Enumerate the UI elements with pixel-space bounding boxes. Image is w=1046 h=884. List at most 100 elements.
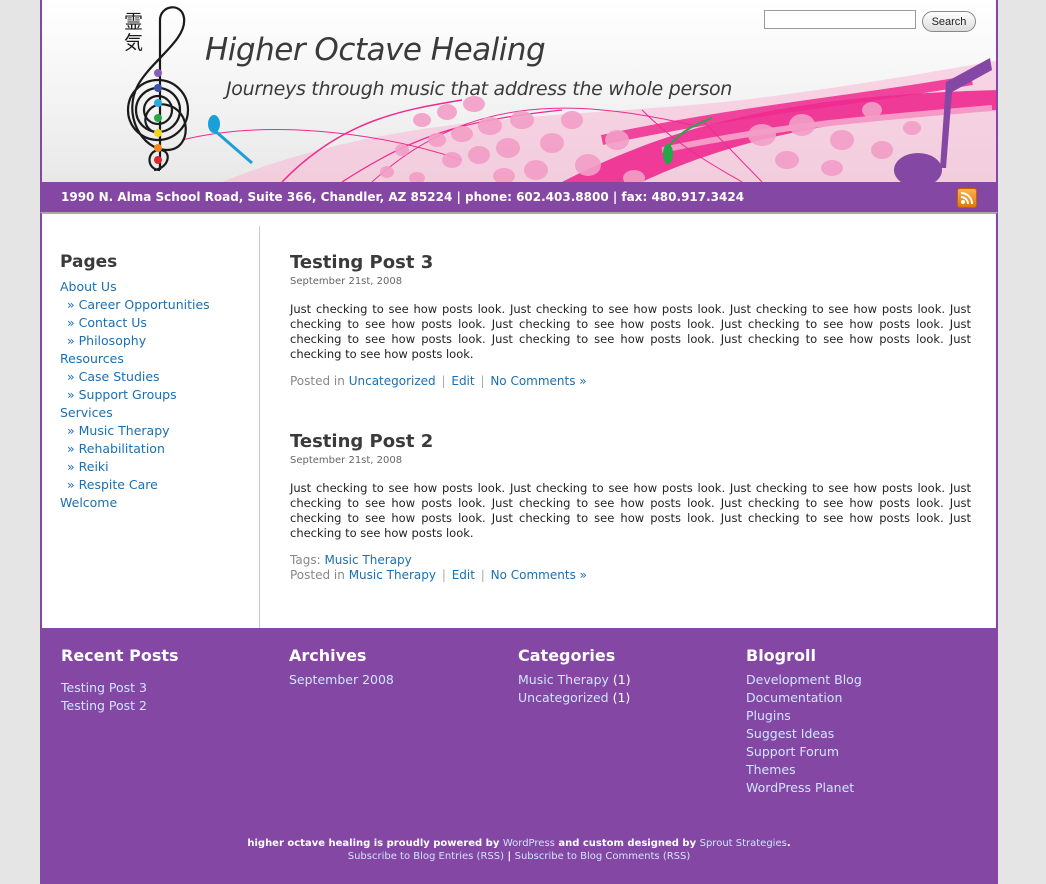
logo-kanji: 霊気 [124,11,144,54]
list-item: Uncategorized (1) [518,689,631,707]
footer-credits: higher octave healing is proudly powered… [40,837,998,863]
recent-posts-heading: Recent Posts [61,646,179,665]
edit-link[interactable]: Edit [451,374,474,388]
page-link[interactable]: Services [60,405,113,420]
list-item: Testing Post 2 [61,697,179,715]
wordpress-link[interactable]: WordPress [503,838,555,849]
blogroll-link[interactable]: Documentation [746,690,842,705]
rss-entries-link[interactable]: Subscribe to Blog Entries (RSS) [348,851,504,862]
site-tagline: Journeys through music that address the … [226,78,733,100]
blogroll-link[interactable]: Plugins [746,708,791,723]
post-date: September 21st, 2008 [290,276,403,287]
post-body: Just checking to see how posts look. Jus… [290,302,971,361]
footer-archives: Archives September 2008 [289,646,394,689]
categories-heading: Categories [518,646,616,665]
list-item: Testing Post 3 [61,679,179,697]
page-link[interactable]: Resources [60,351,124,366]
comments-link[interactable]: No Comments » [490,374,586,388]
tag-link[interactable]: Music Therapy [324,553,411,567]
archive-link[interactable]: September 2008 [289,672,394,687]
list-item: Suggest Ideas [746,725,862,743]
sidebar-subpage-item: » Music Therapy [60,422,210,440]
page-link[interactable]: Respite Care [79,477,158,492]
sidebar-page-item: Welcome [60,494,210,512]
blogroll-link[interactable]: WordPress Planet [746,780,854,795]
post-title-link[interactable]: Testing Post 3 [290,252,433,273]
recent-post-link[interactable]: Testing Post 3 [61,680,147,695]
page-link[interactable]: Case Studies [79,369,160,384]
edit-link[interactable]: Edit [452,568,475,582]
category-link[interactable]: Music Therapy [349,568,436,582]
bullet-raquo-icon: » [67,459,79,474]
bullet-raquo-icon: » [67,369,79,384]
blogroll-list: Development Blog Documentation Plugins Sugg… [746,671,862,797]
main-content: Pages About Us» Career Opportunities» Co… [40,212,998,628]
blogroll-link[interactable]: Development Blog [746,672,862,687]
comments-link[interactable]: No Comments » [491,568,587,582]
search-input[interactable] [764,10,916,29]
sidebar-subpage-item: » Case Studies [60,368,210,386]
site-title[interactable]: Higher Octave Healing [205,32,546,68]
blogroll-link[interactable]: Support Forum [746,744,839,759]
recent-post-link[interactable]: Testing Post 2 [61,698,147,713]
sidebar-subpage-item: » Reiki [60,458,210,476]
meta-separator: | [480,374,485,388]
pages-heading: Pages [60,252,118,272]
post-body: Just checking to see how posts look. Jus… [290,481,971,540]
sidebar-divider [259,226,260,628]
categories-list: Music Therapy (1) Uncategorized (1) [518,671,631,707]
list-item: Plugins [746,707,862,725]
page-link[interactable]: Rehabilitation [79,441,165,456]
credits-middle: and custom designed by [558,838,697,849]
page-link[interactable]: Career Opportunities [79,297,210,312]
credits-end: . [786,838,791,849]
page-link[interactable]: Music Therapy [79,423,170,438]
list-item: Documentation [746,689,862,707]
tags-label: Tags: [290,553,321,567]
post-meta: Posted in Uncategorized | Edit | No Comm… [290,374,971,389]
category-count: (1) [612,690,631,705]
bullet-raquo-icon: » [67,333,79,348]
list-item: Music Therapy (1) [518,671,631,689]
site-header: 霊気 Higher Octave Healing Journeys throug… [40,0,998,182]
category-link[interactable]: Uncategorized [349,374,436,388]
list-item: Support Forum [746,743,862,761]
site-footer: Recent Posts Testing Post 3 Testing Post … [40,628,998,884]
page-link[interactable]: Contact Us [79,315,147,330]
blogroll-heading: Blogroll [746,646,816,665]
meta-separator: | [441,568,446,582]
page-link[interactable]: Reiki [79,459,109,474]
bullet-raquo-icon: » [67,423,79,438]
rss-comments-link[interactable]: Subscribe to Blog Comments (RSS) [515,851,691,862]
post-tags: Tags: Music Therapy [290,553,971,568]
blogroll-link[interactable]: Suggest Ideas [746,726,834,741]
address-bar: 1990 N. Alma School Road, Suite 366, Cha… [40,182,998,212]
credits-separator: | [507,851,512,862]
blogroll-link[interactable]: Themes [746,762,796,777]
category-link[interactable]: Uncategorized [518,690,609,705]
sidebar-subpage-item: » Philosophy [60,332,210,350]
bullet-raquo-icon: » [67,315,79,330]
pages-list: About Us» Career Opportunities» Contact … [60,278,210,512]
post-date: September 21st, 2008 [290,455,403,466]
designer-link[interactable]: Sprout Strategies [700,838,787,849]
rss-icon[interactable] [957,188,977,208]
footer-blogroll: Blogroll Development Blog Documentation Pl… [746,646,862,797]
credits-prefix: higher octave healing is proudly powered… [247,838,500,849]
post-title-link[interactable]: Testing Post 2 [290,431,433,452]
page-link[interactable]: Welcome [60,495,117,510]
sidebar-subpage-item: » Career Opportunities [60,296,210,314]
search-button[interactable]: Search [922,11,976,32]
page-link[interactable]: Philosophy [79,333,146,348]
archives-list: September 2008 [289,671,394,689]
footer-categories: Categories Music Therapy (1) Uncategorize… [518,646,631,707]
list-item: Themes [746,761,862,779]
category-link[interactable]: Music Therapy [518,672,609,687]
page-link[interactable]: About Us [60,279,117,294]
meta-separator: | [441,374,446,388]
page-link[interactable]: Support Groups [79,387,177,402]
footer-recent-posts: Recent Posts Testing Post 3 Testing Post … [61,646,179,715]
address-text: 1990 N. Alma School Road, Suite 366, Cha… [61,190,745,204]
archives-heading: Archives [289,646,367,665]
posted-in-label: Posted in [290,568,345,582]
